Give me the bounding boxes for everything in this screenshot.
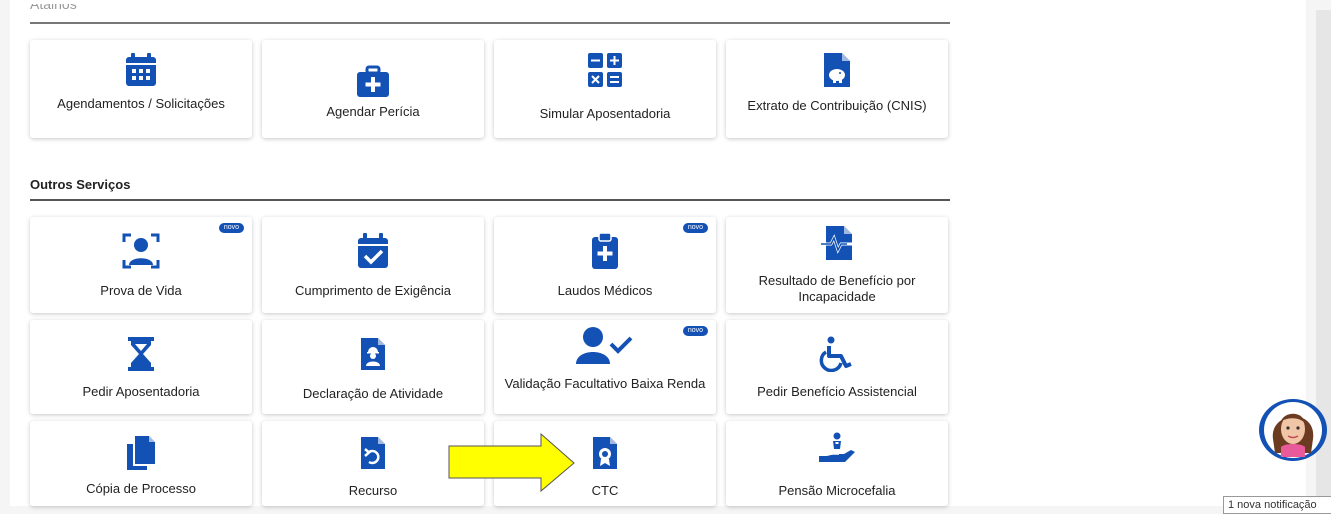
pointer-arrow-icon xyxy=(448,433,575,493)
baby-hand-icon xyxy=(817,429,857,469)
card-label: Pensão Microcefalia xyxy=(778,483,896,498)
card-label: Agendar Perícia xyxy=(326,104,420,119)
card-label: Validação Facultativo Baixa Renda xyxy=(504,376,706,391)
card-cumprimento-exigencia[interactable]: Cumprimento de Exigência xyxy=(262,217,484,313)
card-pensao-microcefalia[interactable]: Pensão Microcefalia xyxy=(726,421,948,506)
calculator-icon xyxy=(585,50,625,90)
face-scan-icon xyxy=(121,231,161,271)
card-label: Prova de Vida xyxy=(100,283,182,298)
wheelchair-icon xyxy=(817,334,857,374)
card-validacao-facultativo[interactable]: novo Validação Facultativo Baixa Renda xyxy=(494,320,716,414)
card-laudos-medicos[interactable]: novo Laudos Médicos xyxy=(494,217,716,313)
calendar-check-icon xyxy=(353,231,393,271)
card-agendar-pericia[interactable]: Agendar Perícia xyxy=(262,40,484,138)
worker-document-icon xyxy=(353,334,393,374)
section-title: Outros Serviços xyxy=(30,177,131,192)
card-pedir-aposentadoria[interactable]: Pedir Aposentadoria xyxy=(30,320,252,414)
card-simular-aposentadoria[interactable]: Simular Aposentadoria xyxy=(494,40,716,138)
notification-toast[interactable]: 1 nova notificação xyxy=(1223,496,1331,514)
new-badge: novo xyxy=(682,326,708,336)
section-divider xyxy=(30,22,950,24)
card-label: Laudos Médicos xyxy=(557,283,653,298)
user-check-icon xyxy=(575,326,635,366)
hourglass-icon xyxy=(121,334,161,374)
medical-bag-icon xyxy=(353,62,393,102)
pulse-document-icon xyxy=(817,223,857,263)
card-label: Cópia de Processo xyxy=(86,481,196,496)
card-declaracao-atividade[interactable]: Declaração de Atividade xyxy=(262,320,484,414)
card-label: Declaração de Atividade xyxy=(302,386,444,401)
card-prova-de-vida[interactable]: novo Prova de Vida xyxy=(30,217,252,313)
assistant-avatar[interactable] xyxy=(1259,399,1327,461)
copy-documents-icon xyxy=(121,433,161,473)
medical-clipboard-icon xyxy=(585,231,625,271)
card-agendamentos[interactable]: Agendamentos / Solicitações xyxy=(30,40,252,138)
card-label: Recurso xyxy=(348,483,398,498)
card-label: Cumprimento de Exigência xyxy=(294,283,452,298)
card-label: Simular Aposentadoria xyxy=(539,106,671,121)
card-label: Resultado de Benefício por Incapacidade xyxy=(758,273,916,304)
piggy-bank-document-icon xyxy=(817,50,857,90)
card-copia-processo[interactable]: Cópia de Processo xyxy=(30,421,252,506)
avatar-face-icon xyxy=(1264,402,1322,458)
calendar-grid-icon xyxy=(121,50,161,90)
card-beneficio-assistencial[interactable]: Pedir Benefício Assistencial xyxy=(726,320,948,414)
undo-document-icon xyxy=(353,433,393,473)
section-divider xyxy=(30,199,950,201)
card-label: Agendamentos / Solicitações xyxy=(57,96,225,111)
new-badge: novo xyxy=(682,223,708,233)
card-extrato-cnis[interactable]: Extrato de Contribuição (CNIS) xyxy=(726,40,948,138)
card-label: Pedir Benefício Assistencial xyxy=(757,384,917,399)
new-badge: novo xyxy=(218,223,244,233)
card-resultado-beneficio[interactable]: Resultado de Benefício por Incapacidade xyxy=(726,217,948,313)
card-label: Extrato de Contribuição (CNIS) xyxy=(747,98,927,113)
card-label: Pedir Aposentadoria xyxy=(82,384,200,399)
certificate-document-icon xyxy=(585,433,625,473)
